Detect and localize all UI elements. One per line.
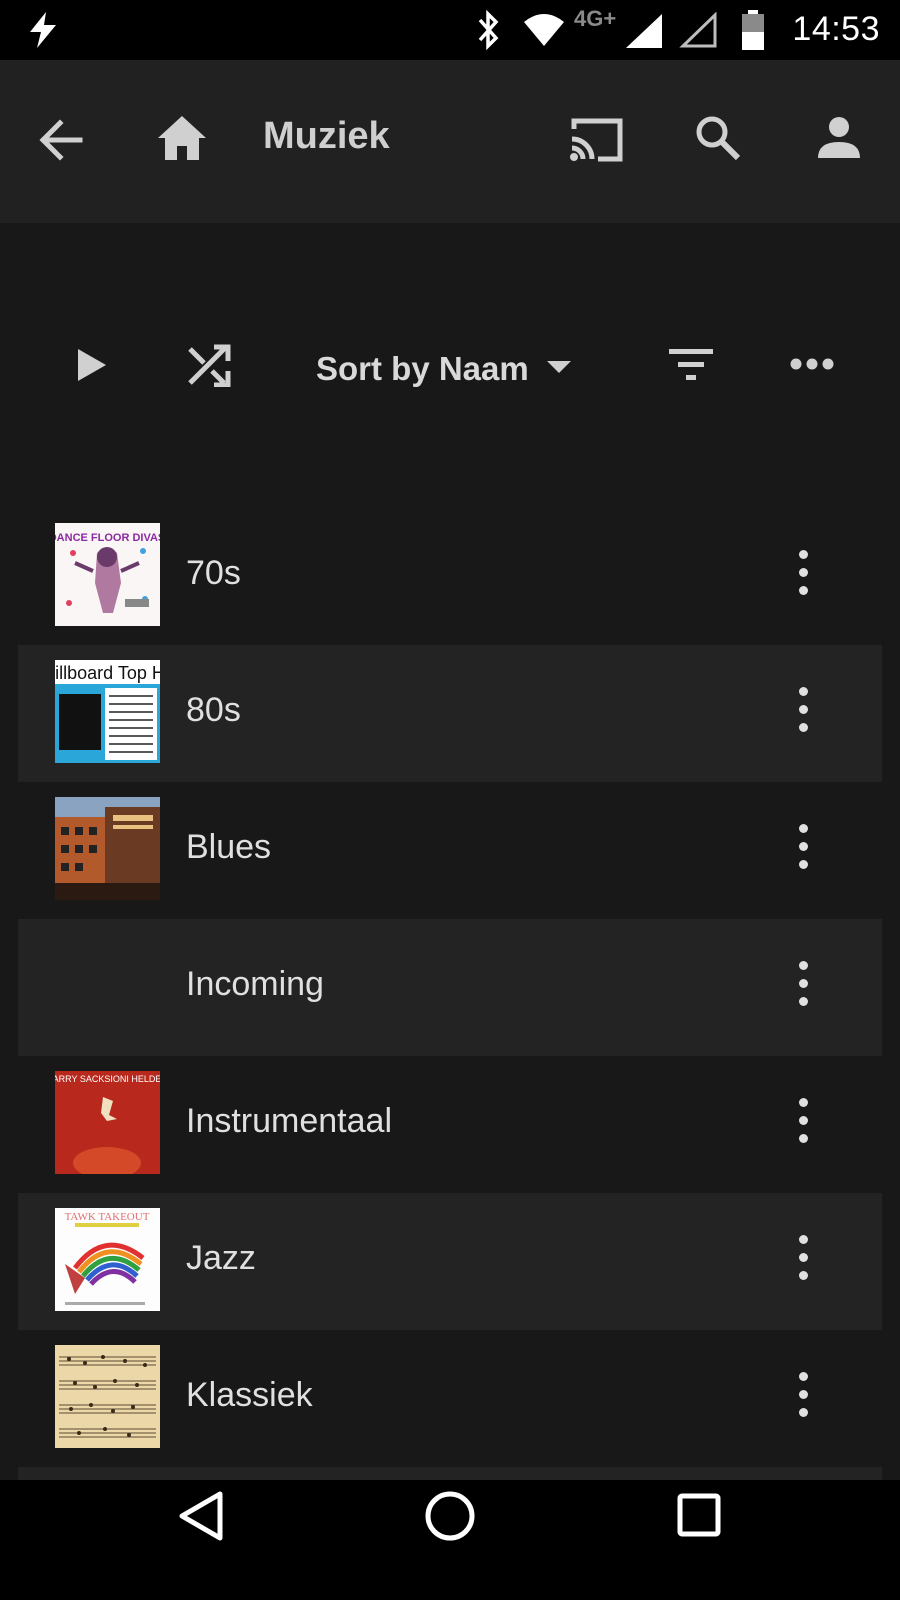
cover-title: TAWK TAKEOUT <box>65 1211 150 1223</box>
cover-title: HARRY SACKSIONI HELDEN <box>55 1074 160 1084</box>
list-item[interactable]: Klassiek <box>18 1330 882 1467</box>
list-item-label: 70s <box>186 554 241 592</box>
overflow-menu-icon[interactable] <box>788 687 818 739</box>
overflow-menu-icon[interactable] <box>788 961 818 1013</box>
play-icon[interactable] <box>76 347 108 383</box>
system-navigation-bar <box>0 1480 900 1600</box>
nav-home-icon[interactable] <box>424 1490 476 1542</box>
search-icon[interactable] <box>694 114 742 162</box>
sort-dropdown[interactable]: Sort by Naam <box>316 350 529 388</box>
list-item[interactable]: Blues <box>18 782 882 919</box>
bluetooth-icon <box>478 10 499 50</box>
album-cover-helden: HARRY SACKSIONI HELDEN <box>55 1071 160 1174</box>
flash-icon <box>30 12 56 48</box>
signal-empty-icon <box>679 12 717 48</box>
album-cover-billboard: Billboard Top Hits <box>55 660 160 763</box>
list-item-label: Instrumentaal <box>186 1102 392 1140</box>
wifi-icon <box>524 14 564 46</box>
list-item-label: Jazz <box>186 1239 256 1277</box>
overflow-menu-icon[interactable] <box>788 1098 818 1150</box>
album-cover-sheet-music <box>55 1345 160 1448</box>
list-item[interactable]: HARRY SACKSIONI HELDEN Instrumentaal <box>18 1056 882 1193</box>
shuffle-icon[interactable] <box>186 343 232 387</box>
overflow-menu-icon[interactable] <box>788 1235 818 1287</box>
status-bar: 4G+ 14:53 <box>0 0 900 60</box>
list-item[interactable]: DANCE FLOOR DIVAS 70s <box>18 508 882 645</box>
home-icon[interactable] <box>156 114 208 162</box>
cover-title: Billboard Top Hits <box>55 663 160 683</box>
album-cover-dance-floor-divas: DANCE FLOOR DIVAS <box>55 523 160 626</box>
back-arrow-icon[interactable] <box>38 118 84 162</box>
overflow-menu-icon[interactable] <box>788 824 818 876</box>
list-item-label: 80s <box>186 691 241 729</box>
folder-list: DANCE FLOOR DIVAS 70s Billboard Top Hits <box>18 508 882 1487</box>
nav-back-icon[interactable] <box>178 1490 226 1542</box>
list-item[interactable]: Billboard Top Hits 80s <box>18 645 882 782</box>
overflow-menu-icon[interactable] <box>788 550 818 602</box>
list-item[interactable]: TAWK TAKEOUT Jazz <box>18 1193 882 1330</box>
dropdown-caret-icon[interactable] <box>547 361 571 375</box>
cover-title: DANCE FLOOR DIVAS <box>55 532 160 544</box>
filter-icon[interactable] <box>667 347 715 383</box>
list-item-label: Klassiek <box>186 1376 313 1414</box>
app-toolbar: Muziek <box>0 60 900 223</box>
signal-icon <box>626 14 662 48</box>
cast-icon[interactable] <box>568 115 626 163</box>
clock: 14:53 <box>792 10 880 48</box>
album-cover-blues <box>55 797 160 900</box>
overflow-menu-icon[interactable] <box>788 1372 818 1424</box>
list-item-label: Incoming <box>186 965 324 1003</box>
nav-recents-icon[interactable] <box>676 1492 722 1538</box>
more-horizontal-icon[interactable] <box>790 357 834 371</box>
account-icon[interactable] <box>816 116 862 160</box>
list-item-label: Blues <box>186 828 272 866</box>
network-type-label: 4G+ <box>574 6 617 31</box>
album-cover-tawk-takeout: TAWK TAKEOUT <box>55 1208 160 1311</box>
battery-icon <box>742 10 764 50</box>
list-item[interactable]: Incoming <box>18 919 882 1056</box>
playback-controls: Sort by Naam <box>0 223 900 523</box>
page-title: Muziek <box>263 115 390 157</box>
